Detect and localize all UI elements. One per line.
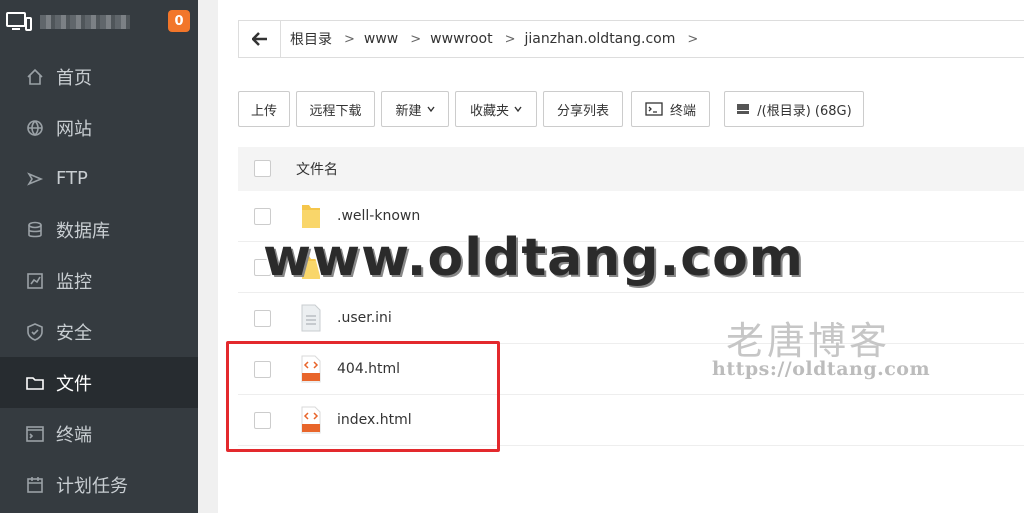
- sidebar-item-label: 网站: [56, 118, 92, 140]
- chevron-right-icon: >: [410, 31, 422, 47]
- sidebar-item-security[interactable]: 安全: [0, 306, 198, 357]
- folder-icon: [302, 205, 320, 228]
- remote-download-button[interactable]: 远程下载: [296, 91, 375, 127]
- column-filename[interactable]: 文件名: [296, 159, 338, 179]
- watermark-url: https://oldtang.com: [712, 358, 931, 380]
- sidebar-item-ftp[interactable]: FTP: [0, 153, 198, 204]
- watermark-blog-name: 老唐博客: [726, 319, 891, 363]
- sidebar-item-monitor[interactable]: 监控: [0, 255, 198, 306]
- file-name[interactable]: .well-known: [337, 208, 420, 224]
- sidebar-item-label: FTP: [56, 168, 88, 189]
- new-dropdown-button[interactable]: 新建: [381, 91, 449, 127]
- chevron-right-icon: >: [687, 31, 699, 47]
- sidebar-item-files[interactable]: 文件: [0, 357, 198, 408]
- row-checkbox[interactable]: [254, 310, 271, 327]
- sidebar-item-label: 文件: [56, 373, 92, 395]
- chevron-down-icon: [426, 106, 435, 113]
- ftp-icon: [27, 171, 44, 186]
- sidebar-item-label: 终端: [56, 424, 92, 446]
- sidebar-item-label: 安全: [56, 322, 92, 344]
- sidebar-item-database[interactable]: 数据库: [0, 204, 198, 255]
- breadcrumb-root[interactable]: 根目录 >: [281, 29, 355, 49]
- disk-button[interactable]: /(根目录) (68G): [724, 91, 864, 127]
- sidebar-item-website[interactable]: 网站: [0, 102, 198, 153]
- sidebar-item-home[interactable]: 首页: [0, 51, 198, 102]
- breadcrumb-site[interactable]: jianzhan.oldtang.com >: [516, 31, 699, 47]
- select-all-checkbox[interactable]: [254, 160, 271, 177]
- sidebar-item-label: 首页: [56, 67, 92, 89]
- sidebar-item-label: 监控: [56, 271, 92, 293]
- chevron-right-icon: >: [344, 31, 355, 47]
- sidebar-item-label: 数据库: [56, 220, 110, 242]
- sidebar-item-label: 计划任务: [56, 475, 128, 497]
- chevron-down-icon: [514, 106, 522, 113]
- table-row[interactable]: .user.ini: [238, 293, 1024, 344]
- file-icon: [301, 304, 321, 332]
- arrow-left-icon: [251, 32, 267, 46]
- table-header: 文件名: [238, 147, 1024, 191]
- terminal-icon: [26, 425, 44, 442]
- breadcrumb: 根目录 > www > wwwroot > jianzhan.oldtang.com >: [238, 20, 1024, 58]
- notification-badge[interactable]: 0: [168, 10, 190, 32]
- hard-drive-icon: [737, 104, 750, 114]
- globe-icon: [27, 119, 43, 136]
- breadcrumb-wwwroot[interactable]: wwwroot >: [421, 31, 515, 47]
- favorites-dropdown-button[interactable]: 收藏夹: [455, 91, 537, 127]
- sidebar: 0 首页 网站 FTP 数据库 监控 安全 文件 终端 计划任务: [0, 0, 198, 513]
- chevron-right-icon: >: [504, 31, 516, 47]
- database-icon: [28, 221, 42, 237]
- share-list-button[interactable]: 分享列表: [543, 91, 623, 127]
- annotation-highlight-box: [226, 341, 500, 452]
- sidebar-item-terminal[interactable]: 终端: [0, 408, 198, 459]
- home-icon: [27, 68, 43, 85]
- breadcrumb-www[interactable]: www >: [355, 31, 421, 47]
- watermark-text: www.oldtang.com: [262, 227, 805, 290]
- monitor-icon: [6, 12, 32, 31]
- terminal-icon: [645, 102, 663, 116]
- server-name-blurred: [40, 15, 130, 29]
- row-checkbox[interactable]: [254, 208, 271, 225]
- upload-button[interactable]: 上传: [238, 91, 290, 127]
- terminal-button[interactable]: 终端: [631, 91, 710, 127]
- shield-icon: [27, 322, 43, 341]
- file-name[interactable]: .user.ini: [337, 310, 392, 326]
- sidebar-item-cron[interactable]: 计划任务: [0, 459, 198, 510]
- folder-icon: [26, 376, 44, 390]
- monitor-chart-icon: [27, 272, 43, 289]
- back-button[interactable]: [239, 21, 281, 57]
- calendar-icon: [27, 476, 43, 493]
